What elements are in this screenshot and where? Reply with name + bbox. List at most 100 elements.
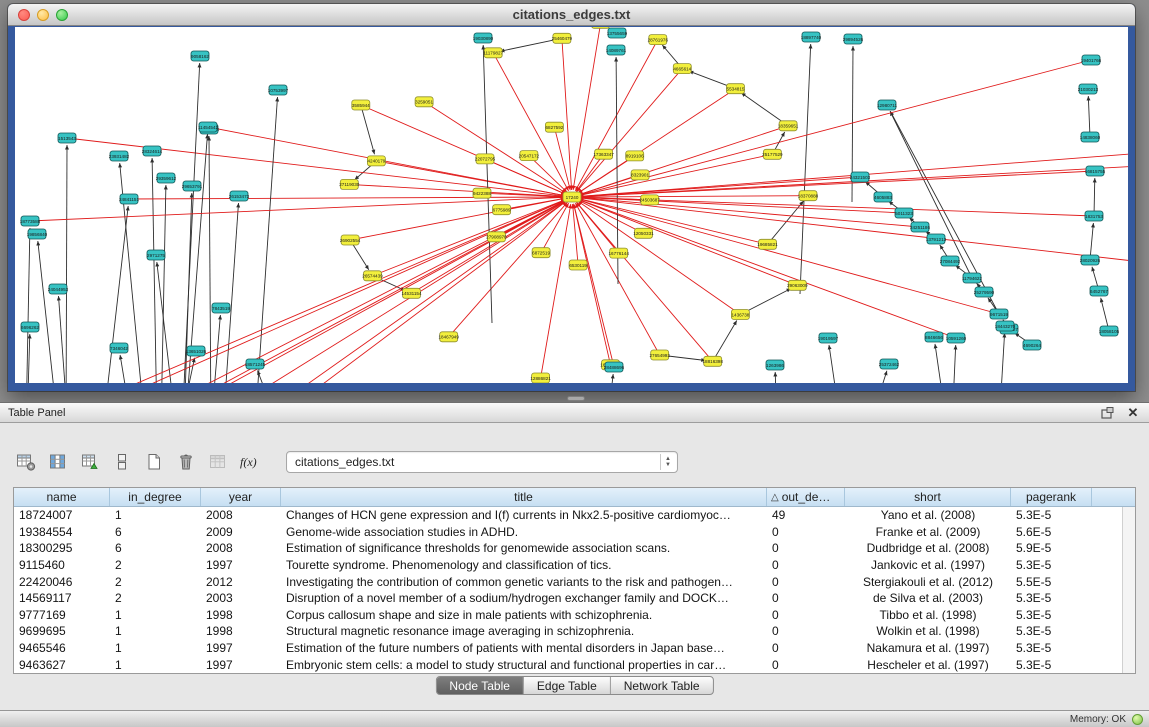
- graph-edge[interactable]: [607, 374, 613, 383]
- cell-pagerank[interactable]: 5.3E-5: [1011, 558, 1092, 572]
- graph-node[interactable]: 24503687: [639, 195, 660, 205]
- cell-name[interactable]: 14569117: [14, 591, 110, 605]
- graph-node[interactable]: 1263986: [766, 360, 784, 370]
- graph-edge[interactable]: [129, 197, 565, 199]
- graph-edge[interactable]: [223, 203, 239, 383]
- cell-year[interactable]: 2008: [201, 541, 281, 555]
- cell-pagerank[interactable]: 5.3E-5: [1011, 608, 1092, 622]
- graph-edge[interactable]: [562, 38, 572, 190]
- cell-title[interactable]: Changes of HCN gene expression and I(f) …: [281, 508, 767, 522]
- graph-node[interactable]: 6696262: [21, 322, 39, 332]
- cell-short[interactable]: Yano et al. (2008): [845, 508, 1011, 522]
- new-column-icon[interactable]: [142, 450, 166, 474]
- graph-edge[interactable]: [209, 136, 211, 383]
- network-canvas[interactable]: 2450368712050331167761446530119687251927…: [15, 27, 1128, 383]
- graph-edge[interactable]: [579, 198, 920, 227]
- graph-edge[interactable]: [483, 45, 492, 323]
- graph-node[interactable]: 18359651: [778, 121, 799, 131]
- graph-node[interactable]: 10753997: [268, 85, 289, 95]
- edit-table-icon[interactable]: [78, 450, 102, 474]
- graph-edge[interactable]: [890, 111, 972, 278]
- graph-node[interactable]: 19685821: [757, 239, 778, 249]
- graph-edge[interactable]: [157, 262, 176, 383]
- graph-node[interactable]: 1831753: [1085, 211, 1103, 221]
- cell-year[interactable]: 1997: [201, 558, 281, 572]
- column-header-in-degree[interactable]: in_degree: [110, 488, 201, 506]
- graph-edge[interactable]: [579, 196, 808, 197]
- cell-out_degree[interactable]: 49: [767, 508, 845, 522]
- graph-edge[interactable]: [67, 138, 565, 196]
- cell-pagerank[interactable]: 5.5E-5: [1011, 575, 1092, 589]
- graph-node[interactable]: 25177529: [762, 149, 783, 159]
- graph-node[interactable]: 13651026: [186, 346, 207, 356]
- tab-edge-table[interactable]: Edge Table: [524, 677, 611, 694]
- cell-in_degree[interactable]: 2: [110, 575, 201, 589]
- graph-edge[interactable]: [38, 241, 58, 383]
- graph-node[interactable]: 19019597: [818, 333, 839, 343]
- graph-node[interactable]: 3585944: [352, 100, 370, 110]
- tab-network-table[interactable]: Network Table: [611, 677, 713, 694]
- table-row[interactable]: 2242004622012Investigating the contribut…: [14, 573, 1122, 590]
- graph-node[interactable]: 14531154: [401, 288, 422, 298]
- tab-node-table[interactable]: Node Table: [436, 677, 524, 694]
- graph-edge[interactable]: [577, 69, 683, 192]
- close-panel-icon[interactable]: ✕: [1125, 406, 1141, 420]
- graph-edge[interactable]: [15, 200, 566, 383]
- network-table-dropdown[interactable]: citations_edges.txt ▲▼: [286, 451, 678, 473]
- graph-node[interactable]: 17363347: [593, 149, 614, 159]
- graph-node[interactable]: 18058105: [1099, 326, 1120, 336]
- graph-node[interactable]: 16776144: [608, 248, 629, 258]
- graph-node[interactable]: 26902554: [340, 235, 361, 245]
- cell-out_degree[interactable]: 0: [767, 624, 845, 638]
- graph-node[interactable]: 22072795: [475, 154, 496, 164]
- graph-node[interactable]: 5011323: [895, 208, 913, 218]
- column-header-name[interactable]: name: [14, 488, 110, 506]
- table-row[interactable]: 911546021997Tourette syndrome. Phenomeno…: [14, 557, 1122, 574]
- graph-node[interactable]: 20547172: [519, 151, 540, 161]
- cell-year[interactable]: 1998: [201, 608, 281, 622]
- cell-title[interactable]: Disruption of a novel member of a sodium…: [281, 591, 767, 605]
- graph-node[interactable]: 12980711: [877, 100, 898, 110]
- graph-hub-node[interactable]: 17240: [563, 192, 581, 202]
- graph-node[interactable]: 19030890: [473, 33, 494, 43]
- cell-title[interactable]: Estimation of the future numbers of pati…: [281, 641, 767, 655]
- cell-year[interactable]: 2008: [201, 508, 281, 522]
- cell-in_degree[interactable]: 1: [110, 624, 201, 638]
- cell-year[interactable]: 1998: [201, 624, 281, 638]
- cell-year[interactable]: 2003: [201, 591, 281, 605]
- cell-name[interactable]: 9699695: [14, 624, 110, 638]
- cell-in_degree[interactable]: 1: [110, 608, 201, 622]
- cell-title[interactable]: Embryonic stem cells: a model to study s…: [281, 658, 767, 672]
- graph-node[interactable]: 1436738: [731, 310, 749, 320]
- table-row[interactable]: 946554611997Estimation of the future num…: [14, 640, 1122, 657]
- cell-pagerank[interactable]: 5.3E-5: [1011, 624, 1092, 638]
- graph-node[interactable]: 27119030: [339, 179, 360, 189]
- graph-node[interactable]: 18467949: [438, 332, 459, 342]
- graph-edge[interactable]: [30, 197, 565, 221]
- graph-edge[interactable]: [361, 105, 375, 154]
- graph-node[interactable]: 8323901: [631, 170, 649, 180]
- cell-short[interactable]: Wolkin et al. (1998): [845, 624, 1011, 638]
- graph-node[interactable]: 7346042: [110, 343, 128, 353]
- graph-node[interactable]: 4690264: [1023, 340, 1041, 350]
- graph-node[interactable]: 14089761: [606, 45, 627, 55]
- graph-node[interactable]: 13791213: [926, 234, 947, 244]
- graph-node[interactable]: 4665614: [673, 64, 691, 74]
- graph-node[interactable]: 9422388: [473, 188, 491, 198]
- cell-in_degree[interactable]: 1: [110, 508, 201, 522]
- cell-in_degree[interactable]: 1: [110, 658, 201, 672]
- graph-node[interactable]: 24321503: [850, 172, 871, 182]
- cell-out_degree[interactable]: 0: [767, 591, 845, 605]
- cell-in_degree[interactable]: 2: [110, 558, 201, 572]
- graph-edge[interactable]: [999, 333, 1005, 383]
- cell-name[interactable]: 9465546: [14, 641, 110, 655]
- graph-edge[interactable]: [800, 44, 811, 294]
- graph-node[interactable]: 6775989: [493, 205, 511, 215]
- cell-title[interactable]: Genome-wide association studies in ADHD.: [281, 525, 767, 539]
- graph-node[interactable]: 19401766: [1081, 55, 1102, 65]
- table-settings-icon[interactable]: [14, 450, 38, 474]
- import-table-icon[interactable]: [206, 450, 230, 474]
- graph-node[interactable]: 6827592: [545, 122, 563, 132]
- graph-node[interactable]: 23931482: [109, 151, 130, 161]
- graph-edge[interactable]: [952, 345, 956, 383]
